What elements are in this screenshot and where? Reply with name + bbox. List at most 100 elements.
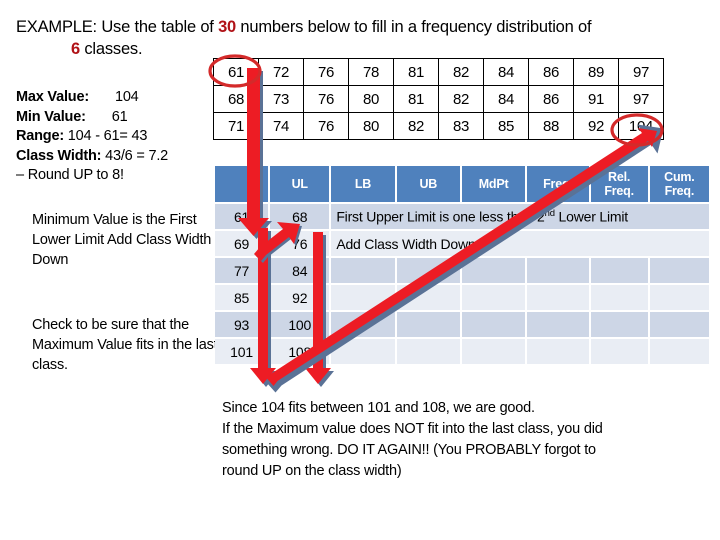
cell-frequency xyxy=(527,285,589,310)
header-cumfreq-line1: Cum. xyxy=(664,170,695,184)
data-cell: 88 xyxy=(528,112,574,140)
header-upper-limit: UL xyxy=(270,166,330,202)
page-title: EXAMPLE: Use the table of 30 numbers bel… xyxy=(16,16,706,60)
data-cell: 81 xyxy=(393,58,439,86)
slide-canvas: EXAMPLE: Use the table of 30 numbers bel… xyxy=(0,0,720,540)
inline-note-1-sup: nd xyxy=(544,208,555,220)
cell-upper-boundary xyxy=(396,312,460,337)
data-cell: 91 xyxy=(573,85,619,113)
cell-lower-limit: 77 xyxy=(215,258,269,283)
cell-upper-boundary xyxy=(396,339,460,364)
data-cell: 76 xyxy=(303,85,349,113)
title-classes-text: classes. xyxy=(79,40,143,58)
cell-lower-boundary xyxy=(331,258,395,283)
table-row: 61 68 First Upper Limit is one less than… xyxy=(215,204,709,229)
header-midpoint: MdPt xyxy=(461,166,526,202)
header-relfreq-line2: Freq. xyxy=(604,184,634,198)
range-label: Range: xyxy=(16,128,64,144)
title-text-pre: EXAMPLE: Use the table of xyxy=(16,18,219,36)
data-cell: 86 xyxy=(528,58,574,86)
min-value-label: Min Value: xyxy=(16,108,86,125)
cell-relative-frequency xyxy=(590,339,648,364)
data-cell: 82 xyxy=(438,85,484,113)
cell-upper-limit: 108 xyxy=(270,339,330,364)
data-cell: 84 xyxy=(483,58,529,86)
bottom-line-2: If the Maximum value does NOT fit into t… xyxy=(222,421,603,437)
header-cumulative-frequency: Cum. Freq. xyxy=(649,166,709,202)
stats-block: Max Value: 104 Min Value: 61 Range: 104 - … xyxy=(16,88,221,186)
cell-frequency xyxy=(527,312,589,337)
inline-note-first-upper-limit: First Upper Limit is one less than 2nd L… xyxy=(331,204,709,229)
data-cell: 97 xyxy=(618,58,664,86)
bottom-line-3: something wrong. DO IT AGAIN!! (You PROB… xyxy=(222,442,596,458)
data-cell: 84 xyxy=(483,85,529,113)
data-cell: 76 xyxy=(303,112,349,140)
min-value-line: Min Value: 61 xyxy=(16,108,221,128)
cell-cumulative-frequency xyxy=(649,312,709,337)
cell-lower-boundary xyxy=(331,285,395,310)
round-up-line: – Round UP to 8! xyxy=(16,167,124,183)
cell-frequency xyxy=(527,339,589,364)
title-count-6: 6 xyxy=(71,40,80,58)
note-check-maximum: Check to be sure that the Maximum Value … xyxy=(32,317,218,373)
inline-note-1-pre: First Upper Limit is one less than 2 xyxy=(336,208,545,225)
cell-lower-limit: 93 xyxy=(215,312,269,337)
cell-cumulative-frequency xyxy=(649,339,709,364)
table-row: 85 92 xyxy=(215,285,709,310)
cell-cumulative-frequency xyxy=(649,285,709,310)
cell-upper-limit: 92 xyxy=(270,285,330,310)
data-cell: 68 xyxy=(213,85,259,113)
cell-midpoint xyxy=(461,258,526,283)
inline-note-1-post: Lower Limit xyxy=(554,208,629,225)
table-row: 68 73 76 80 81 82 84 86 91 97 xyxy=(213,85,664,113)
max-value-label: Max Value: xyxy=(16,89,89,105)
table-row: 69 76 Add Class Width Down xyxy=(215,231,709,256)
header-lower-limit xyxy=(215,166,269,202)
header-relative-frequency: Rel. Freq. xyxy=(590,166,648,202)
cell-lower-boundary xyxy=(331,339,395,364)
cell-midpoint xyxy=(461,339,526,364)
cell-lower-boundary xyxy=(331,312,395,337)
data-cell: 80 xyxy=(348,85,394,113)
table-row: 61 72 76 78 81 82 84 86 89 97 xyxy=(213,58,664,86)
raw-data-table: 61 72 76 78 81 82 84 86 89 97 68 73 76 8… xyxy=(213,58,664,140)
data-cell: 78 xyxy=(348,58,394,86)
data-cell: 72 xyxy=(258,58,304,86)
cell-upper-boundary xyxy=(396,285,460,310)
class-width-value: 43/6 = 7.2 xyxy=(105,147,169,164)
bottom-line-1: Since 104 fits between 101 and 108, we a… xyxy=(222,400,535,416)
data-cell: 104 xyxy=(618,112,664,140)
data-cell: 82 xyxy=(393,112,439,140)
data-cell: 92 xyxy=(573,112,619,140)
data-cell: 73 xyxy=(258,85,304,113)
cell-midpoint xyxy=(461,285,526,310)
header-frequency: Freq. xyxy=(527,166,589,202)
data-cell: 76 xyxy=(303,58,349,86)
range-value: 104 - 61= 43 xyxy=(67,128,148,144)
header-cumfreq-line2: Freq. xyxy=(664,184,695,198)
freq-header-row: UL LB UB MdPt Freq. Rel. Freq. Cum. Freq. xyxy=(215,166,709,202)
header-lower-boundary: LB xyxy=(331,166,395,202)
cell-upper-limit: 76 xyxy=(270,231,330,256)
table-row: 77 84 xyxy=(215,258,709,283)
cell-relative-frequency xyxy=(590,258,648,283)
data-cell: 89 xyxy=(573,58,619,86)
header-upper-boundary: UB xyxy=(396,166,460,202)
cell-lower-limit: 85 xyxy=(215,285,269,310)
cell-lower-limit: 69 xyxy=(215,231,269,256)
data-cell: 82 xyxy=(438,58,484,86)
cell-cumulative-frequency xyxy=(649,258,709,283)
data-cell: 97 xyxy=(618,85,664,113)
data-cell: 86 xyxy=(528,85,574,113)
max-value-line: Max Value: 104 xyxy=(16,88,221,108)
class-width-label: Class Width: xyxy=(16,147,102,164)
cell-lower-limit: 61 xyxy=(215,204,269,229)
table-row: 101 108 xyxy=(215,339,709,364)
range-line: Range: 104 - 61= 43 xyxy=(16,127,221,147)
data-cell: 85 xyxy=(483,112,529,140)
min-value-value: 61 xyxy=(111,108,128,125)
cell-lower-limit: 101 xyxy=(215,339,269,364)
note-minimum-value: Minimum Value is the First Lower Limit A… xyxy=(32,212,212,268)
bottom-line-4: round UP on the class width) xyxy=(222,463,402,479)
data-cell: 61 xyxy=(213,58,259,86)
